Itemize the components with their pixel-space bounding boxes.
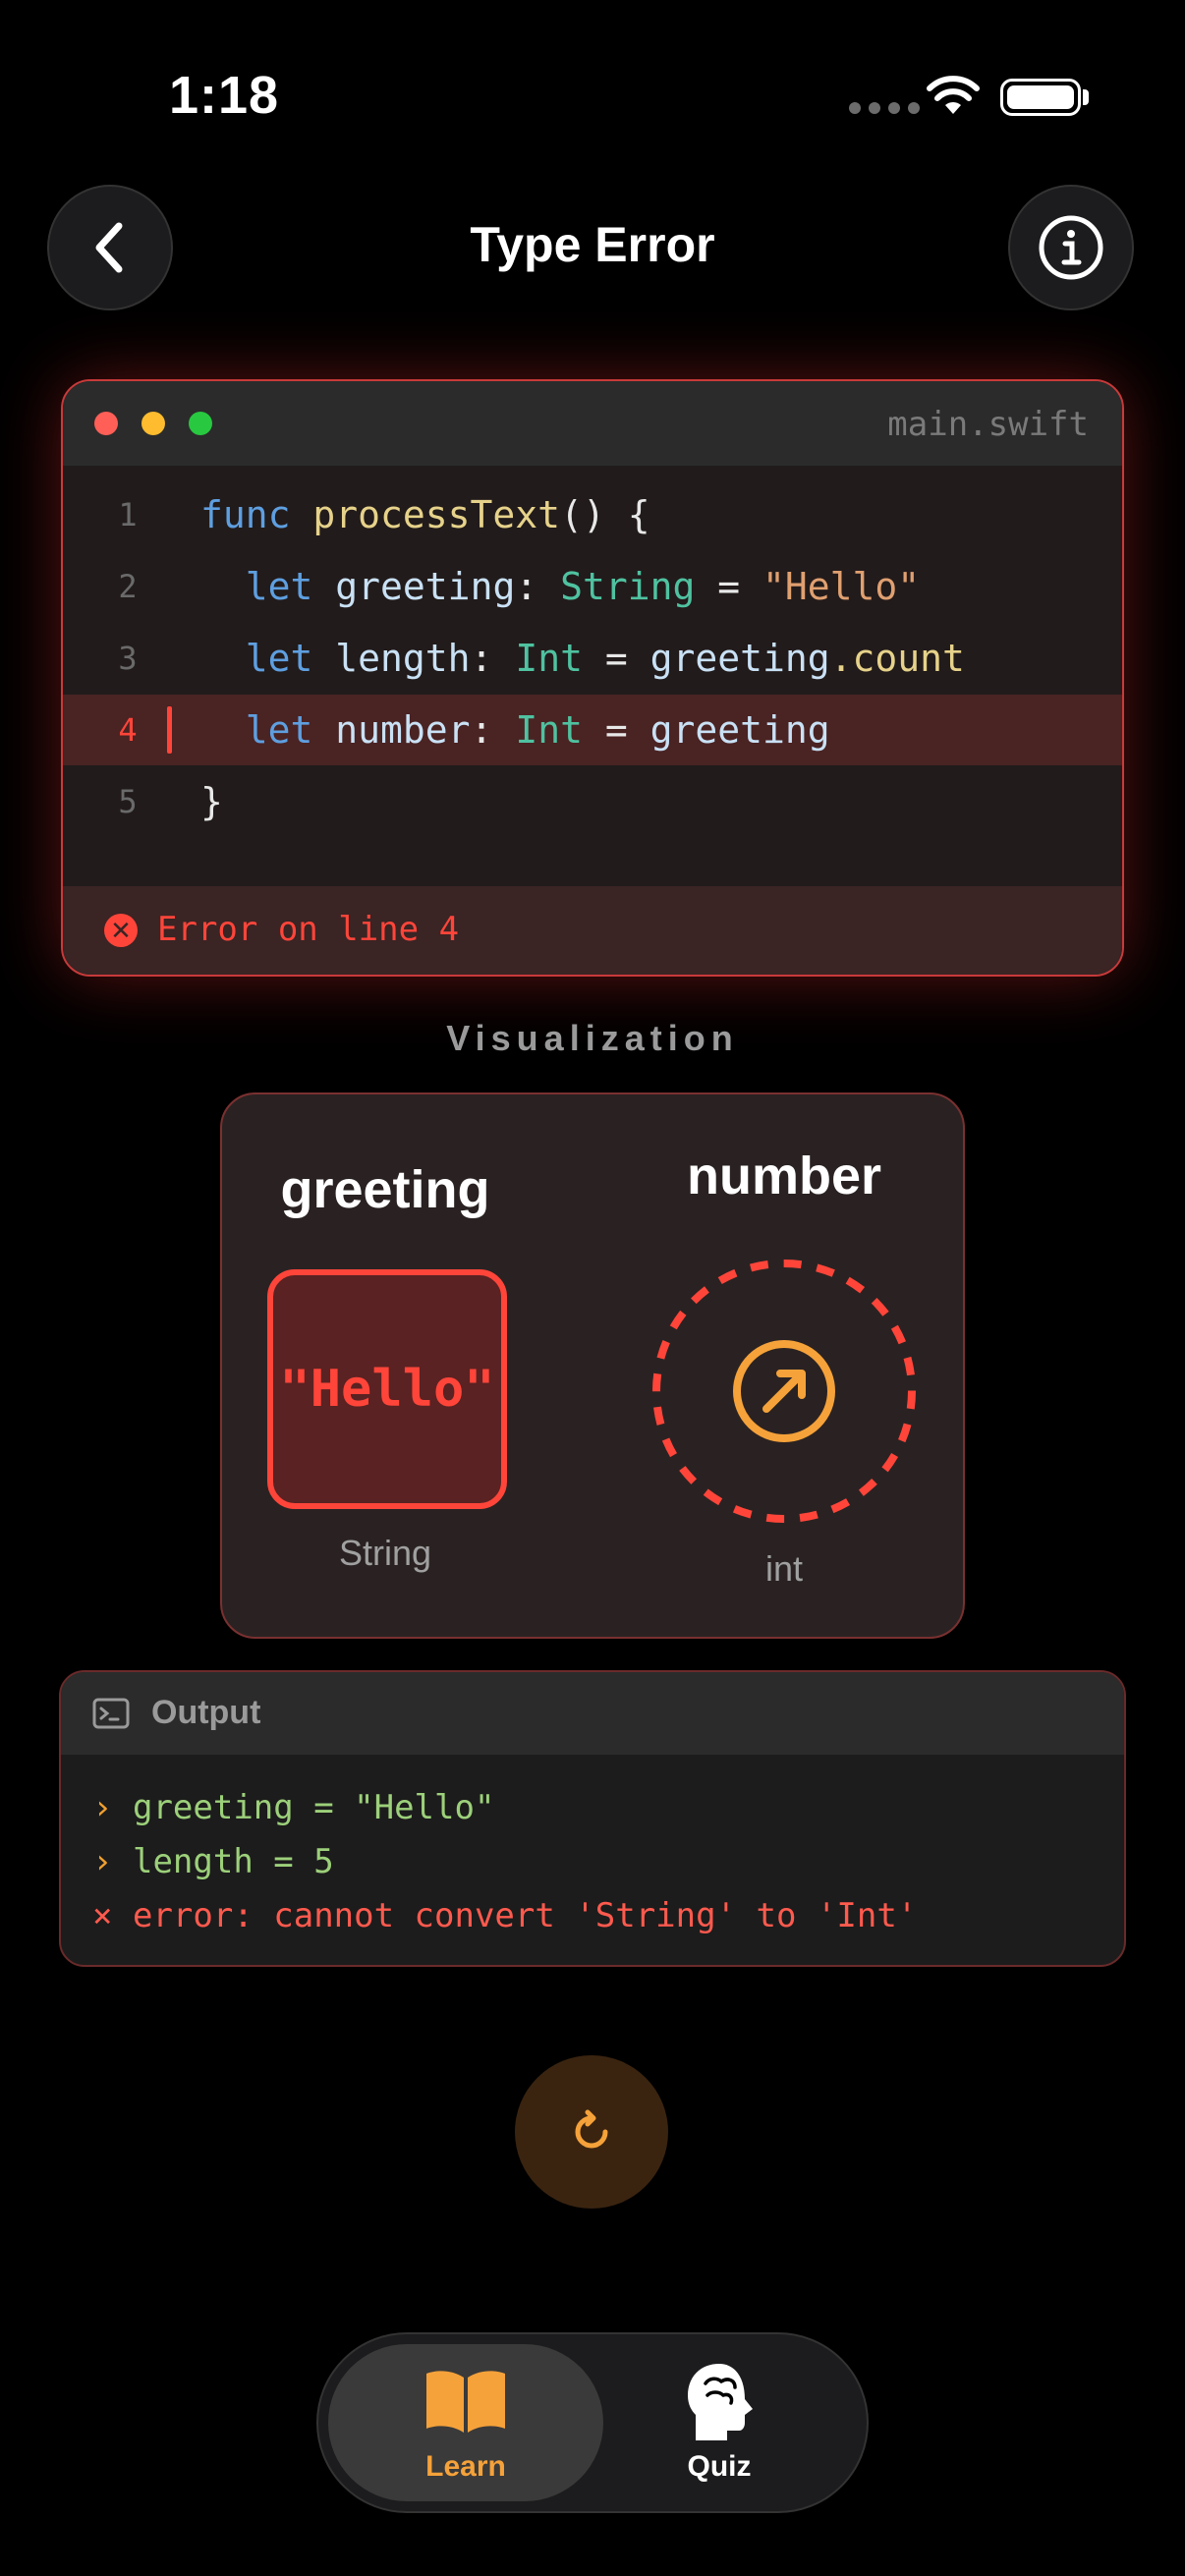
- code-line: 5}: [63, 766, 1122, 837]
- tab-quiz-label: Quiz: [687, 2450, 752, 2483]
- code-token: Int: [515, 637, 583, 680]
- code-token: length: [335, 637, 471, 680]
- tab-learn-label: Learn: [425, 2450, 506, 2483]
- cellular-signal-icon: [849, 102, 920, 114]
- code-token: greeting: [649, 637, 830, 680]
- line-number: 4: [118, 711, 138, 749]
- brain-head-icon: [688, 2364, 753, 2440]
- editor-title-bar: main.swift: [63, 381, 1122, 466]
- output-error-line: × error: cannot convert 'String' to 'Int…: [92, 1896, 918, 1935]
- code-line: 3 let length: Int = greeting.count: [63, 623, 1122, 694]
- battery-icon: [1000, 79, 1081, 116]
- error-message: Error on line 4: [157, 910, 460, 949]
- error-x-icon: ✕: [104, 914, 138, 947]
- code-editor: main.swift 1 func processText() {2 let gr…: [61, 379, 1124, 977]
- code-line: 1 func processText() {: [63, 479, 1122, 550]
- arrow-up-right-icon: [733, 1340, 835, 1442]
- battery-tip: [1083, 89, 1089, 105]
- code-token: func: [200, 493, 291, 536]
- code-line: 2 let greeting: String = "Hello": [63, 551, 1122, 622]
- retry-button[interactable]: [515, 2055, 668, 2209]
- refresh-icon: [575, 2109, 608, 2149]
- line-number: 2: [118, 568, 138, 605]
- empty-slot-dashed-circle: [652, 1260, 916, 1523]
- line-number: 5: [118, 783, 138, 820]
- code-token: =: [695, 565, 763, 608]
- right-type-label: int: [764, 1548, 804, 1589]
- code-token: String: [560, 565, 696, 608]
- code-token: let: [245, 637, 313, 680]
- editor-filename: main.swift: [887, 405, 1089, 444]
- visualization-title: Visualization: [446, 1018, 739, 1058]
- right-variable-name: number: [686, 1147, 882, 1205]
- code-token: greeting: [335, 565, 516, 608]
- code-token: :: [515, 565, 561, 608]
- code-text: func processText() {: [200, 479, 650, 550]
- code-token: processText: [312, 493, 561, 536]
- output-header: Output: [61, 1672, 1124, 1755]
- line-number: 3: [118, 640, 138, 677]
- code-line: 4 let number: Int = greeting: [63, 695, 1122, 765]
- info-icon: [1039, 215, 1103, 280]
- status-time: 1:18: [169, 66, 280, 125]
- code-token: =: [582, 637, 650, 680]
- output-line: › length = 5: [92, 1842, 334, 1881]
- code-token: =: [582, 708, 650, 752]
- code-token: }: [200, 780, 223, 823]
- output-panel: Output › greeting = "Hello" › length = 5…: [59, 1670, 1126, 1967]
- left-value-box: "Hello": [267, 1269, 507, 1509]
- left-variable-name: greeting: [280, 1160, 490, 1219]
- error-banner: ✕ Error on line 4: [63, 886, 1122, 975]
- close-dot: [94, 412, 118, 435]
- left-type-label: String: [338, 1533, 432, 1573]
- code-text: let length: Int = greeting.count: [200, 623, 965, 694]
- maximize-dot: [189, 412, 212, 435]
- code-token: "Hello": [762, 565, 921, 608]
- code-token: () {: [560, 493, 650, 536]
- code-token: .count: [829, 637, 965, 680]
- code-text: let greeting: String = "Hello": [200, 551, 920, 622]
- code-token: greeting: [649, 708, 830, 752]
- terminal-icon: [92, 1698, 130, 1729]
- output-title: Output: [151, 1694, 261, 1731]
- book-icon: [426, 2371, 505, 2433]
- wifi-icon: [927, 76, 980, 114]
- code-text: let number: Int = greeting: [200, 695, 830, 765]
- code-token: Int: [515, 708, 583, 752]
- line-number: 1: [118, 496, 138, 533]
- code-token: let: [245, 708, 313, 752]
- code-token: let: [245, 565, 313, 608]
- code-token: :: [470, 708, 516, 752]
- code-token: number: [335, 708, 471, 752]
- code-text: }: [200, 766, 223, 837]
- info-button[interactable]: [1008, 185, 1134, 310]
- error-line-marker: [167, 706, 172, 754]
- minimize-dot: [141, 412, 165, 435]
- code-token: :: [470, 637, 516, 680]
- output-line: › greeting = "Hello": [92, 1788, 495, 1827]
